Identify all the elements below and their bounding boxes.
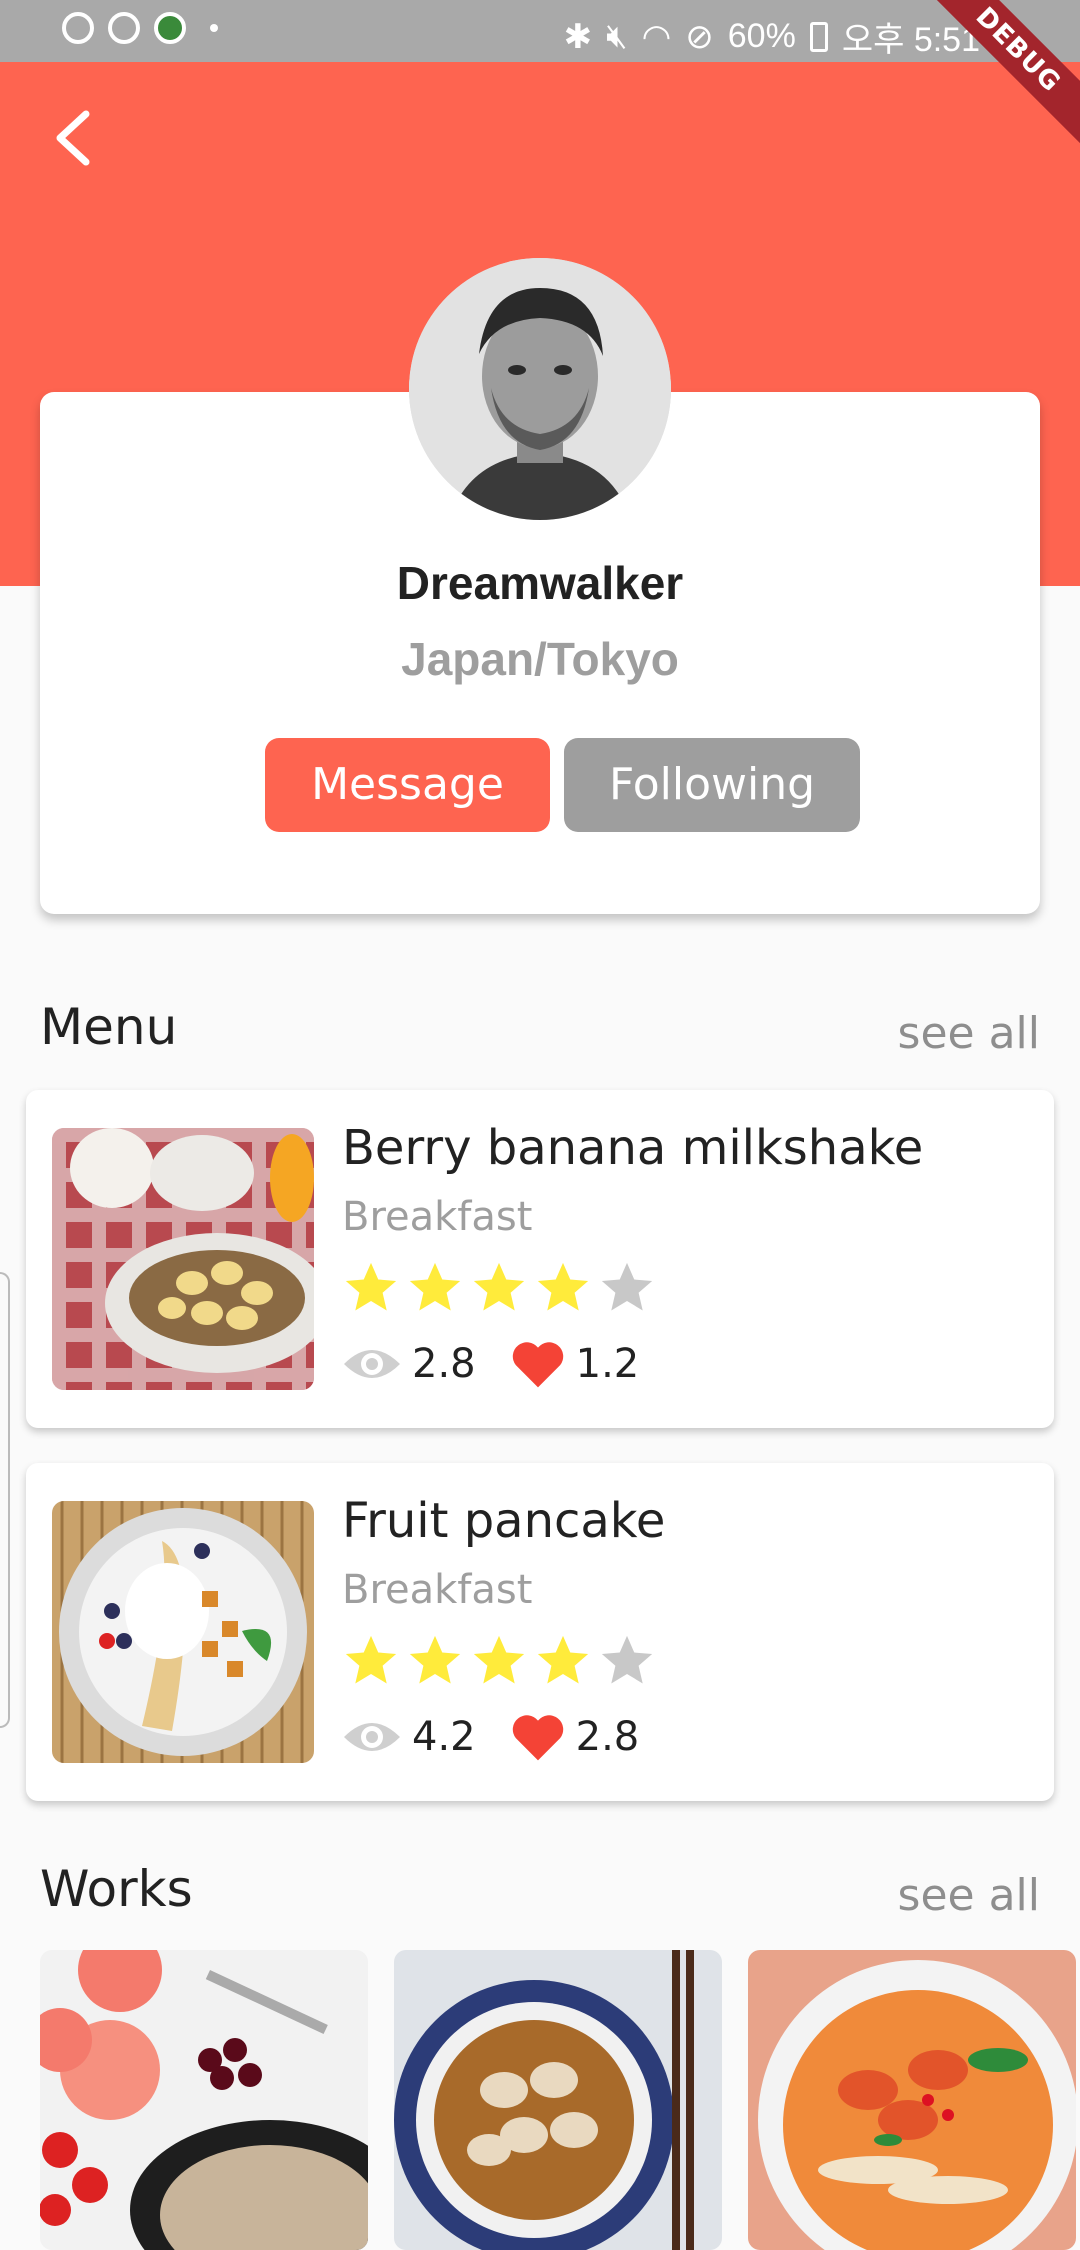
rating-stars [342,1258,656,1316]
star-icon [473,1635,525,1684]
status-bar: ✱ 🔇︎ ◠ ⊘ 60% 오후 5:51 [0,0,1080,62]
menu-item-category: Breakfast [342,1194,533,1240]
battery-icon [809,21,828,52]
profile-location: Japan/Tokyo [401,633,679,685]
likes-count: 1.2 [575,1341,640,1387]
work-image[interactable] [40,1950,368,2250]
likes-count: 2.8 [575,1714,640,1760]
menu-see-all-link[interactable]: see all [898,1008,1040,1059]
star-icon [601,1635,653,1684]
works-see-all-link[interactable]: see all [898,1870,1040,1921]
wifi-icon: ◠ [641,17,672,56]
star-icon [537,1635,589,1684]
status-right-icons: ✱ 🔇︎ ◠ ⊘ 60% 오후 5:51 [564,12,980,61]
eye-icon [344,1350,400,1378]
menu-item-title: Fruit pancake [342,1493,666,1549]
rating-stars [342,1631,656,1689]
heart-icon [512,1342,563,1388]
menu-item-image [52,1128,314,1390]
views-count: 4.2 [412,1714,476,1760]
battery-percent: 60% [727,17,796,55]
work-image[interactable] [394,1950,722,2250]
edge-panel-handle[interactable] [0,1272,10,1728]
following-button[interactable]: Following [564,738,860,832]
star-icon [409,1262,461,1311]
work-image[interactable] [748,1950,1076,2250]
menu-item-stats: 2.8 1.2 [342,1338,639,1390]
avatar [409,258,671,520]
menu-item-title: Berry banana milkshake [342,1120,924,1176]
star-icon [601,1262,653,1311]
works-gallery [40,1950,1076,2250]
star-icon [409,1635,461,1684]
works-section-title: Works [40,1860,193,1918]
eye-icon [344,1723,400,1751]
menu-item-card[interactable]: Fruit pancake Breakfast 4.2 2.8 [26,1463,1054,1801]
star-icon [473,1262,525,1311]
menu-item-image [52,1501,314,1763]
heart-icon [512,1715,563,1761]
menu-section-title: Menu [40,998,178,1056]
status-left-icons [62,12,218,44]
app-notification-icon [62,12,94,44]
star-icon [345,1262,397,1311]
incognito-icon [108,12,140,44]
star-icon [345,1635,397,1684]
views-count: 2.8 [412,1341,476,1387]
menu-item-category: Breakfast [342,1567,533,1613]
app-badge-icon [154,12,186,44]
bluetooth-icon: ✱ [563,17,593,56]
message-button[interactable]: Message [265,738,550,832]
mute-icon: 🔇︎ [606,17,628,55]
star-icon [537,1262,589,1311]
menu-item-card[interactable]: Berry banana milkshake Breakfast 2.8 1.2 [26,1090,1054,1428]
back-arrow-icon[interactable] [50,108,100,168]
profile-name: Dreamwalker [396,557,684,609]
do-not-disturb-icon: ⊘ [685,17,714,56]
more-notifications-icon [210,24,218,32]
menu-item-stats: 4.2 2.8 [342,1711,639,1763]
